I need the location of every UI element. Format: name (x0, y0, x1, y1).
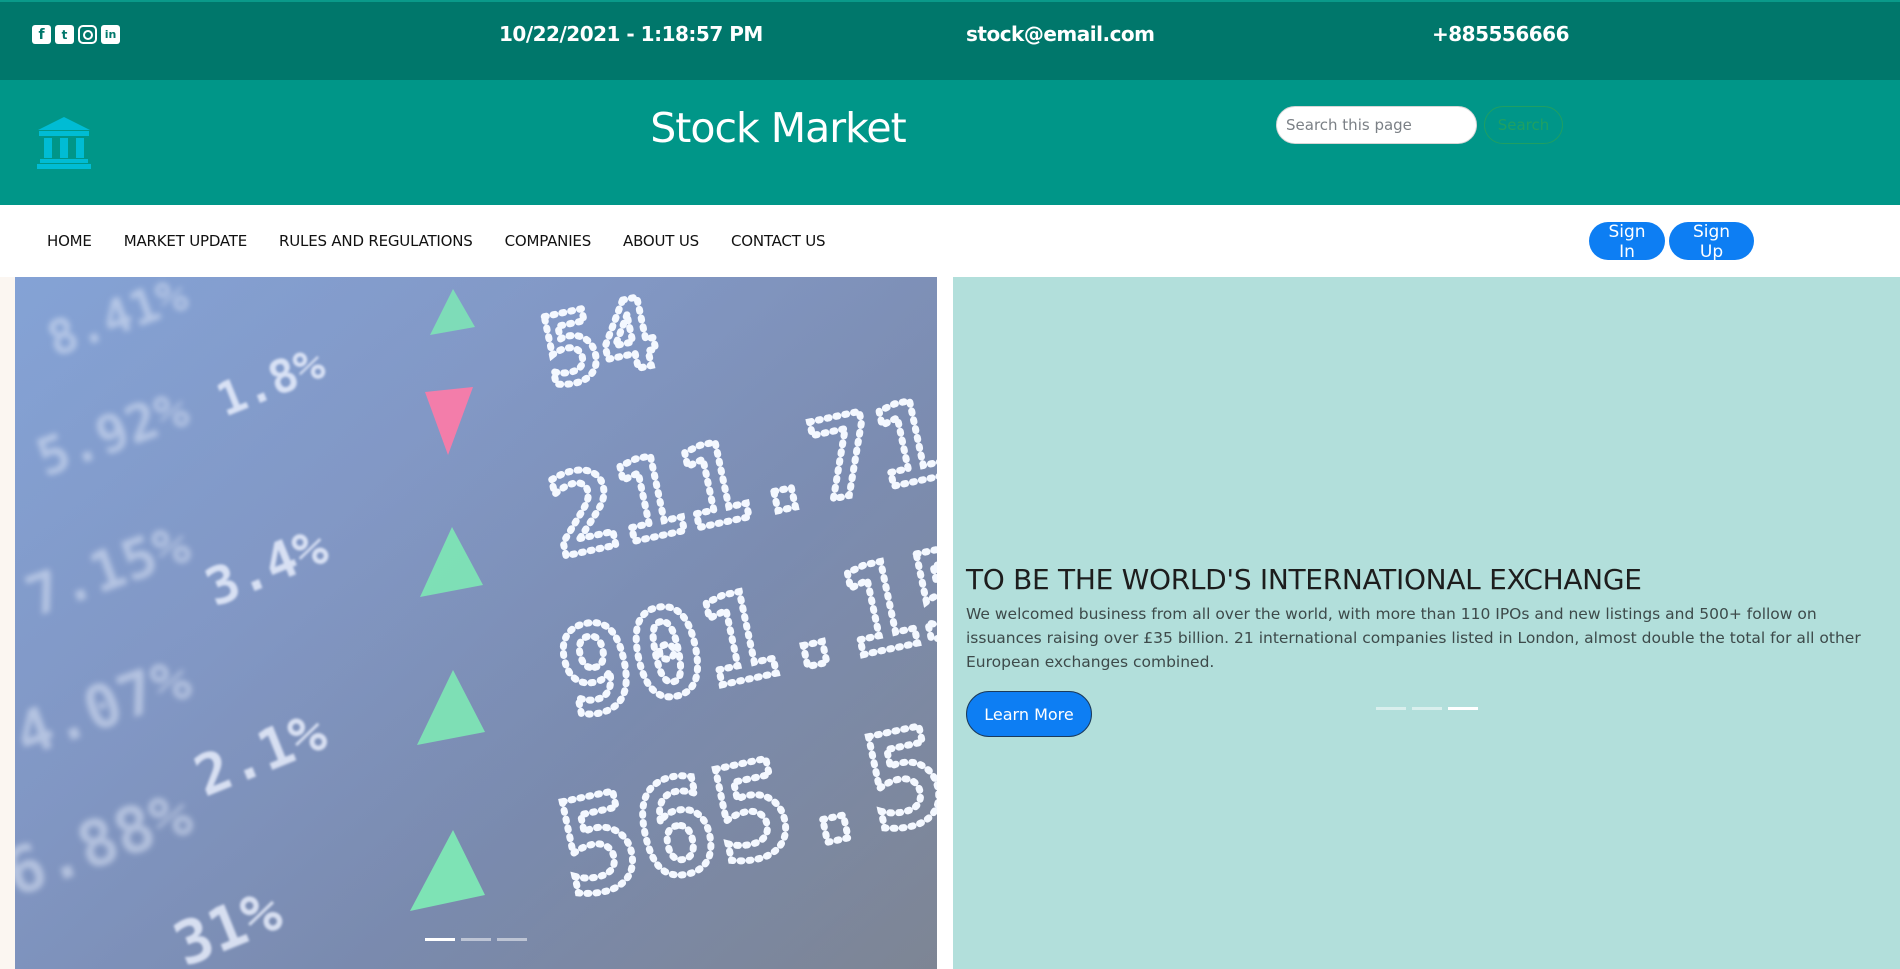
ticker-board-graphic: 8.41% 5.92% 7.15% 4.07% 6.88% 1.8% 3.4% … (15, 277, 937, 969)
carousel-indicator[interactable] (497, 938, 527, 941)
ticker-number: 54 (531, 277, 667, 409)
hero-heading: TO BE THE WORLD'S INTERNATIONAL EXCHANGE (966, 563, 1642, 596)
carousel-indicator[interactable] (1376, 707, 1406, 710)
contact-email[interactable]: stock@email.com (966, 22, 1155, 46)
search-button[interactable]: Search (1484, 106, 1563, 144)
left-carousel-indicators (425, 938, 527, 941)
carousel-indicator[interactable] (425, 938, 455, 941)
carousel-indicator[interactable] (1412, 707, 1442, 710)
nav-item-home[interactable]: HOME (47, 232, 92, 250)
stock-ticker-image: 8.41% 5.92% 7.15% 4.07% 6.88% 1.8% 3.4% … (15, 277, 937, 969)
nav-item-contact-us[interactable]: CONTACT US (731, 232, 826, 250)
main-nav: HOME MARKET UPDATE RULES AND REGULATIONS… (0, 205, 1900, 277)
hero-text-panel: TO BE THE WORLD'S INTERNATIONAL EXCHANGE… (953, 277, 1900, 969)
current-datetime: 10/22/2021 - 1:18:57 PM (499, 22, 763, 46)
right-carousel-indicators (1376, 707, 1478, 710)
linkedin-icon[interactable]: in (101, 25, 120, 44)
nav-item-rules-and-regulations[interactable]: RULES AND REGULATIONS (279, 232, 473, 250)
hero-section: 8.41% 5.92% 7.15% 4.07% 6.88% 1.8% 3.4% … (0, 277, 1900, 969)
sign-in-button[interactable]: Sign In (1589, 222, 1665, 262)
contact-phone[interactable]: +885556666 (1432, 22, 1570, 46)
nav-links: HOME MARKET UPDATE RULES AND REGULATIONS… (47, 232, 857, 250)
instagram-icon[interactable] (78, 25, 97, 44)
carousel-indicator[interactable] (461, 938, 491, 941)
nav-item-companies[interactable]: COMPANIES (505, 232, 592, 250)
twitter-icon[interactable]: t (55, 25, 74, 44)
facebook-icon[interactable]: f (32, 25, 51, 44)
sign-up-button[interactable]: Sign Up (1669, 222, 1754, 262)
hero-left-margin (0, 277, 15, 969)
hero-gap (937, 277, 953, 969)
search-input[interactable] (1276, 106, 1477, 144)
site-header: Stock Market Search (0, 80, 1900, 205)
top-info-bar: f t in 10/22/2021 - 1:18:57 PM stock@ema… (0, 0, 1900, 80)
learn-more-button[interactable]: Learn More (966, 691, 1092, 737)
carousel-indicator[interactable] (1448, 707, 1478, 710)
nav-item-market-update[interactable]: MARKET UPDATE (124, 232, 248, 250)
nav-item-about-us[interactable]: ABOUT US (623, 232, 699, 250)
hero-description: We welcomed business from all over the w… (966, 605, 1861, 671)
social-links: f t in (32, 25, 120, 44)
